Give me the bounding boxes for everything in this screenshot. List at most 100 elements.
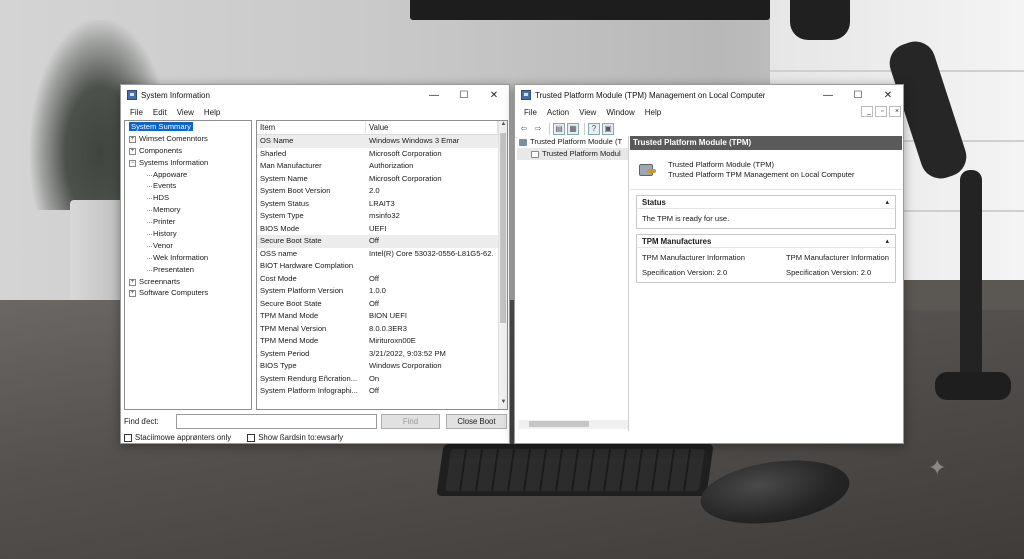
status-section-header[interactable]: Status ▴ [637, 196, 895, 209]
scroll-down-arrow-icon[interactable]: ▼ [499, 399, 507, 409]
tree-item[interactable]: + Components [125, 145, 251, 157]
find-input[interactable] [176, 414, 377, 429]
category-tree[interactable]: System Summary + Wimset Comenntors + Compone… [124, 120, 252, 410]
window-title: System Information [141, 90, 210, 100]
close-find-button[interactable]: Close Boot [446, 414, 507, 429]
table-row[interactable]: System Name Microsoft Corporation [257, 173, 507, 186]
table-row[interactable]: System Platform Version 1.0.0 [257, 285, 507, 298]
minimize-button[interactable]: — [813, 85, 843, 105]
tree-item[interactable]: − Systems Information [125, 157, 251, 169]
help-icon[interactable]: ? [588, 122, 600, 135]
tree-item[interactable]: HDS [125, 192, 251, 204]
column-header-item[interactable]: Item [257, 121, 366, 134]
tree-item[interactable]: Presentaten [125, 264, 251, 276]
tree-item[interactable]: Wek Information [125, 252, 251, 264]
forward-arrow-icon[interactable]: ⇨ [532, 123, 544, 135]
menu-action[interactable]: Action [542, 108, 574, 117]
table-row[interactable]: Cost Mode Off [257, 273, 507, 286]
table-row[interactable]: Sharled Microsoft Corporation [257, 148, 507, 161]
search-selected-only-checkbox[interactable] [124, 433, 132, 442]
tpm-chip-key-icon [636, 160, 658, 180]
menu-help[interactable]: Help [640, 108, 666, 117]
table-row[interactable]: TPM Mand Mode BION UEFI [257, 310, 507, 323]
menu-window[interactable]: Window [601, 108, 639, 117]
table-row[interactable]: OS Name Windows Windows 3 Emar [257, 135, 507, 148]
menu-view[interactable]: View [574, 108, 601, 117]
expand-plus-icon[interactable]: + [129, 290, 136, 298]
tree-item[interactable]: History [125, 228, 251, 240]
export-list-icon[interactable]: ▦ [567, 122, 579, 135]
tree-item[interactable]: Venor [125, 240, 251, 252]
tree-item[interactable]: Appoware [125, 169, 251, 181]
manufacturer-section-header[interactable]: TPM Manufactures ▴ [637, 235, 895, 248]
close-button[interactable]: ✕ [873, 85, 903, 105]
table-row[interactable]: Secure Boot State Off [257, 235, 507, 248]
properties-icon[interactable]: ▣ [602, 122, 614, 135]
table-row[interactable]: System Status LRAIT3 [257, 198, 507, 211]
tree-item[interactable]: + Wimset Comenntors [125, 133, 251, 145]
sparkle-icon: ✦ [928, 455, 947, 480]
search-selected-only-option[interactable]: Staciimowe apprønters only [124, 433, 231, 443]
scope-pane[interactable]: Trusted Platform Module (T Trusted Platf… [517, 136, 629, 431]
expand-plus-icon[interactable]: + [129, 135, 136, 143]
child-minimize-button[interactable]: _ [861, 106, 873, 117]
tree-item[interactable]: Printer [125, 216, 251, 228]
table-row[interactable]: BIOT Hardware Complation [257, 260, 507, 273]
tpm-management-window[interactable]: Trusted Platform Module (TPM) Management… [514, 84, 904, 444]
title-bar[interactable]: Trusted Platform Module (TPM) Management… [515, 85, 903, 105]
collapse-minus-icon[interactable]: − [129, 159, 136, 167]
scope-item-tpm-child[interactable]: Trusted Platform Modul [517, 148, 628, 160]
menu-file[interactable]: File [519, 108, 542, 117]
menu-view[interactable]: View [172, 108, 199, 117]
expand-plus-icon[interactable]: + [129, 278, 136, 286]
scrollbar-thumb[interactable] [529, 421, 589, 427]
menu-edit[interactable]: Edit [148, 108, 172, 117]
maximize-button[interactable]: ☐ [843, 85, 873, 105]
console-tree-icon[interactable]: ▤ [553, 122, 565, 135]
collapse-caret-icon[interactable]: ▴ [885, 235, 889, 248]
row-item: Man Manufacturer [260, 161, 322, 170]
menu-help[interactable]: Help [199, 108, 225, 117]
table-row[interactable]: System Rendurg Eñcration... On [257, 373, 507, 386]
tree-item[interactable]: + Software Computers [125, 287, 251, 299]
table-row[interactable]: System Boot Version 2.0 [257, 185, 507, 198]
child-maximize-button[interactable]: ▫ [875, 106, 887, 117]
minimize-button[interactable]: — [419, 85, 449, 105]
tree-item-label: Components [139, 145, 183, 155]
column-header-value[interactable]: Value [366, 121, 498, 134]
table-row[interactable]: System Type msinfo32 [257, 210, 507, 223]
tree-item[interactable]: System Summary [125, 121, 251, 133]
details-list[interactable]: Item Value OS Name Windows Windows 3 Emar… [256, 120, 508, 410]
table-row[interactable]: TPM Menal Version 8.0.0.3ER3 [257, 323, 507, 336]
scope-item-tpm-root[interactable]: Trusted Platform Module (T [517, 136, 628, 148]
row-value: 2.0 [369, 186, 380, 195]
table-row[interactable]: Man Manufacturer Authorization [257, 160, 507, 173]
horizontal-scrollbar[interactable] [519, 420, 628, 429]
table-row[interactable]: System Period 3/21/2022, 9:03:52 PM [257, 348, 507, 361]
tree-item[interactable]: Events [125, 180, 251, 192]
scroll-up-arrow-icon[interactable]: ▲ [499, 121, 507, 131]
table-row[interactable]: OSS name Intel(R) Core 53032-0556-L81G5-6… [257, 248, 507, 261]
scrollbar-thumb[interactable] [500, 133, 506, 323]
table-row[interactable]: BIOS Mode UEFI [257, 223, 507, 236]
search-category-names-option[interactable]: Show ßardsin to:ewsarly [247, 433, 343, 443]
table-row[interactable]: System Platform Infographi... Off [257, 385, 507, 398]
title-bar[interactable]: System Information — ☐ ✕ [121, 85, 509, 105]
system-information-window[interactable]: System Information — ☐ ✕ File Edit View … [120, 84, 510, 444]
menu-file[interactable]: File [125, 108, 148, 117]
search-category-names-checkbox[interactable] [247, 433, 256, 442]
close-button[interactable]: ✕ [479, 85, 509, 105]
child-close-button[interactable]: × [889, 106, 901, 117]
expand-plus-icon[interactable]: + [129, 147, 136, 155]
tree-item[interactable]: + Screennarts [125, 276, 251, 288]
collapse-caret-icon[interactable]: ▴ [885, 196, 889, 209]
table-row[interactable]: Secure Boot State Off [257, 298, 507, 311]
tree-item[interactable]: Memory [125, 204, 251, 216]
table-row[interactable]: TPM Mend Mode Mirituroxn00E [257, 335, 507, 348]
monitor-arm-base [935, 372, 1011, 400]
back-arrow-icon[interactable]: ⇦ [518, 123, 530, 135]
maximize-button[interactable]: ☐ [449, 85, 479, 105]
table-row[interactable]: BIOS Type Windows Corporation [257, 360, 507, 373]
vertical-scrollbar[interactable]: ▲ ▼ [498, 121, 507, 409]
find-button[interactable]: Find [381, 414, 440, 429]
